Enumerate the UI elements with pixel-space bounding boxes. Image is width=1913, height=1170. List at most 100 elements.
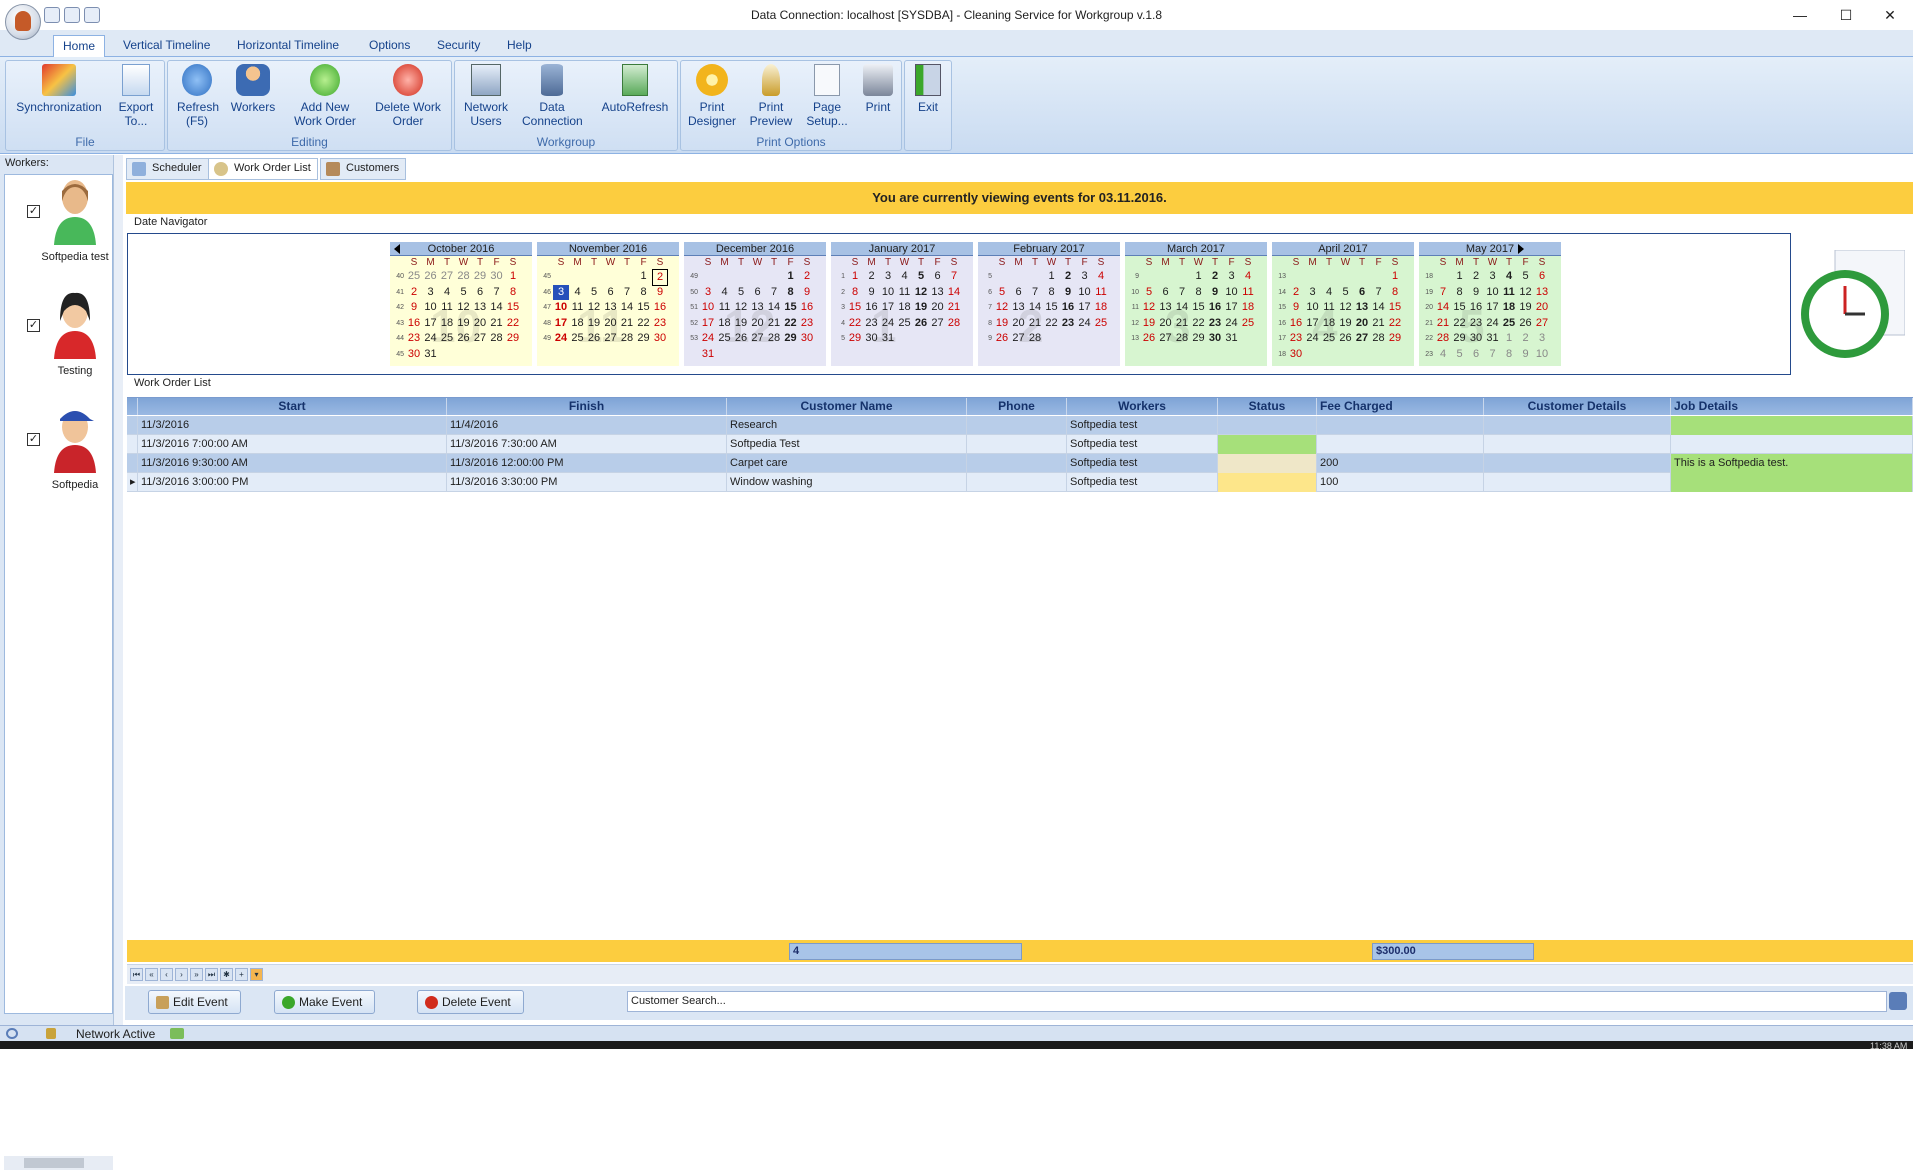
calendar-day[interactable]: 29 (472, 269, 488, 284)
page-setup-button[interactable]: Page Setup... (799, 64, 855, 128)
calendar-day[interactable]: 7 (1435, 285, 1451, 300)
table-cell[interactable]: 11/3/2016 (138, 416, 447, 435)
calendar-day[interactable]: 17 (700, 316, 716, 331)
calendar-day[interactable]: 7 (1371, 285, 1387, 300)
calendar-day[interactable]: 8 (847, 285, 863, 300)
calendar-day[interactable]: 21 (1371, 316, 1387, 331)
calendar-day[interactable]: 1 (1191, 269, 1207, 284)
calendar-day[interactable]: 6 (1468, 347, 1484, 362)
table-cell[interactable] (1218, 473, 1317, 492)
table-cell[interactable] (967, 435, 1067, 454)
calendar-day[interactable]: 6 (1158, 285, 1174, 300)
delete-event-button[interactable]: Delete Event (417, 990, 524, 1014)
autorefresh-button[interactable]: AutoRefresh (597, 64, 673, 114)
prev-page-icon[interactable]: « (145, 968, 158, 981)
calendar-day[interactable]: 21 (1174, 316, 1190, 331)
table-cell[interactable] (1484, 454, 1671, 473)
calendar-day[interactable]: 16 (1288, 316, 1304, 331)
calendar-day[interactable]: 18 (717, 316, 733, 331)
calendar-day[interactable]: 7 (489, 285, 505, 300)
calendar-day[interactable]: 11 (1501, 285, 1517, 300)
calendar-day[interactable]: 18 (570, 316, 586, 331)
calendar-day[interactable]: 28 (489, 331, 505, 346)
calendar-day[interactable]: 2 (799, 269, 815, 284)
table-row[interactable]: 11/3/2016 11/4/2016 Research Softpedia test (127, 416, 1913, 435)
next-page-icon[interactable]: » (190, 968, 203, 981)
calendar-day[interactable]: 28 (1435, 331, 1451, 346)
table-cell[interactable]: 11/4/2016 (447, 416, 727, 435)
table-cell[interactable] (1218, 454, 1317, 473)
table-cell[interactable]: Softpedia test (1067, 435, 1218, 454)
calendar-day[interactable]: 7 (1174, 285, 1190, 300)
calendar-day[interactable]: 13 (1158, 300, 1174, 315)
calendar-day[interactable]: 27 (750, 331, 766, 346)
table-cell[interactable]: This is a Softpedia test. (1671, 454, 1913, 473)
table-cell[interactable]: 200 (1317, 454, 1484, 473)
table-cell[interactable]: Window washing (727, 473, 967, 492)
calendar-day[interactable]: 25 (1240, 316, 1256, 331)
make-event-button[interactable]: Make Event (274, 990, 376, 1014)
panel-collapse-handle[interactable] (113, 155, 123, 1025)
calendar-day[interactable]: 31 (423, 347, 439, 362)
calendar-day[interactable]: 14 (619, 300, 635, 315)
calendar-day[interactable]: 14 (766, 300, 782, 315)
worker-checkbox[interactable]: ✓ (27, 433, 40, 446)
workers-scrollbar[interactable] (4, 1156, 113, 1170)
workers-button[interactable]: Workers (228, 64, 278, 114)
calendar-day[interactable]: 18 (1093, 300, 1109, 315)
calendar-day[interactable]: 3 (700, 285, 716, 300)
tab-help[interactable]: Help (498, 35, 541, 57)
calendar-day[interactable]: 5 (1452, 347, 1468, 362)
calendar-day[interactable]: 1 (1501, 331, 1517, 346)
calendar-day[interactable]: 2 (1288, 285, 1304, 300)
worker-item[interactable]: ✓ Testing (5, 289, 114, 399)
calendar-day[interactable]: 15 (783, 300, 799, 315)
calendar-day[interactable]: 31 (1485, 331, 1501, 346)
calendar-day[interactable]: 27 (603, 331, 619, 346)
calendar-day[interactable]: 1 (1452, 269, 1468, 284)
calendar-day[interactable]: 11 (1321, 300, 1337, 315)
calendar-day[interactable]: 30 (1468, 331, 1484, 346)
calendar-day[interactable]: 1 (1044, 269, 1060, 284)
filter-icon[interactable]: ▾ (250, 968, 263, 981)
calendar-day[interactable]: 18 (1240, 300, 1256, 315)
calendar-day[interactable]: 3 (1077, 269, 1093, 284)
calendar-day[interactable]: 3 (553, 284, 569, 300)
calendar-day[interactable]: 8 (1501, 347, 1517, 362)
calendar-day[interactable]: 9 (1468, 285, 1484, 300)
calendar-day[interactable]: 2 (1468, 269, 1484, 284)
calendar-day[interactable]: 29 (1452, 331, 1468, 346)
calendar-day[interactable]: 29 (847, 331, 863, 346)
calendar-day[interactable]: 10 (1224, 285, 1240, 300)
calendar-day[interactable]: 9 (1060, 285, 1076, 300)
calendar-day[interactable]: 15 (847, 300, 863, 315)
calendar-day[interactable]: 12 (586, 300, 602, 315)
calendar-day[interactable]: 28 (1027, 331, 1043, 346)
calendar-day[interactable]: 29 (505, 331, 521, 346)
prev-record-icon[interactable]: ‹ (160, 968, 173, 981)
calendar-day[interactable]: 21 (1435, 316, 1451, 331)
calendar-day[interactable]: 24 (423, 331, 439, 346)
network-users-button[interactable]: Network Users (457, 64, 515, 128)
calendar-day[interactable]: 13 (1011, 300, 1027, 315)
calendar-day[interactable]: 27 (1354, 331, 1370, 346)
worker-item[interactable]: ✓ Softpedia (5, 403, 114, 513)
calendar-day[interactable]: 6 (750, 285, 766, 300)
calendar-day[interactable]: 8 (505, 285, 521, 300)
table-row[interactable]: 11/3/2016 7:00:00 AM 11/3/2016 7:30:00 AM… (127, 435, 1913, 454)
calendar-day[interactable]: 16 (864, 300, 880, 315)
calendar-day[interactable]: 20 (930, 300, 946, 315)
calendar-day[interactable]: 29 (636, 331, 652, 346)
calendar-day[interactable]: 22 (636, 316, 652, 331)
column-header-status[interactable]: Status (1218, 398, 1317, 415)
calendar-day[interactable]: 10 (553, 300, 569, 315)
calendar-day[interactable]: 3 (1534, 331, 1550, 346)
calendar-day[interactable]: 3 (1305, 285, 1321, 300)
worker-checkbox[interactable]: ✓ (27, 205, 40, 218)
calendar-day[interactable]: 5 (1141, 285, 1157, 300)
calendar-day[interactable]: 19 (1338, 316, 1354, 331)
maximize-button[interactable]: ☐ (1823, 0, 1869, 30)
append-record-icon[interactable]: + (235, 968, 248, 981)
calendar-day[interactable]: 13 (750, 300, 766, 315)
calendar-day[interactable]: 26 (913, 316, 929, 331)
